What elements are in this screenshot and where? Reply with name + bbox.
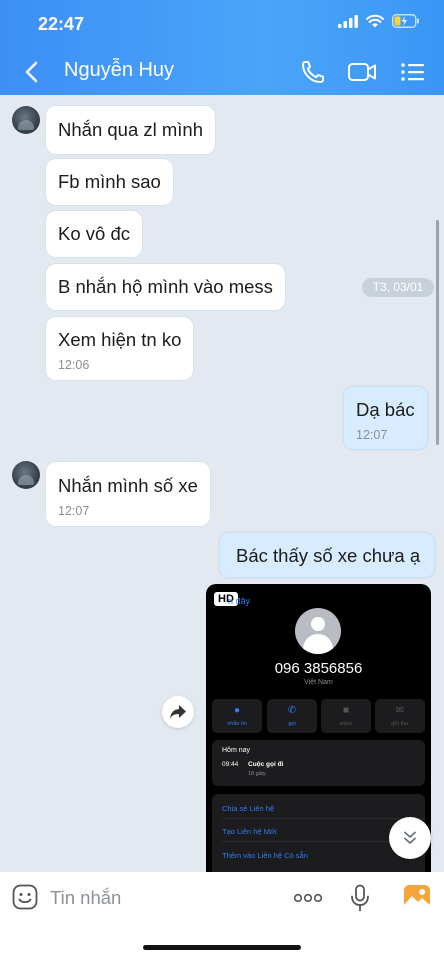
image-action-message: ● nhắn tin <box>212 699 262 733</box>
image-action-call: ✆ gọi <box>267 699 317 733</box>
date-divider: T3, 03/01 <box>362 278 434 297</box>
image-phone-number: 096 3856856 <box>274 660 363 677</box>
status-icons <box>338 14 420 28</box>
phone-icon: ✆ <box>287 705 297 716</box>
home-indicator <box>143 945 301 950</box>
image-recent-calls: Hôm nay 09:44 Cuộc gọi đi 18 giây <box>212 740 425 786</box>
message-text: Ko vô đc <box>58 223 130 244</box>
contact-placeholder-icon <box>295 608 341 654</box>
scroll-to-bottom-button[interactable] <box>389 817 431 859</box>
chat-bubble-icon: ● <box>233 705 241 716</box>
microphone-icon[interactable] <box>349 884 371 912</box>
mail-icon: ✉ <box>395 705 405 716</box>
message-text: Dạ bác <box>356 399 415 420</box>
chat-header: 22:47 Nguyễn Huy <box>0 0 444 95</box>
image-action-mail: ✉ gửi thư <box>375 699 425 733</box>
message-text: Xem hiện tn ko <box>58 329 182 350</box>
message-text: Bác thấy số xe chưa ạ <box>236 545 421 566</box>
back-arrow-icon[interactable] <box>18 58 46 86</box>
status-bar: 22:47 <box>0 0 444 48</box>
message-input-bar <box>0 872 444 960</box>
forward-button[interactable] <box>162 696 194 728</box>
status-time: 22:47 <box>38 14 85 34</box>
contact-avatar[interactable] <box>12 106 40 134</box>
message-time: 12:07 <box>58 503 90 518</box>
message-bubble-incoming[interactable]: B nhắn hộ mình vào mess <box>46 264 285 310</box>
more-options-icon[interactable] <box>293 888 323 908</box>
scrollbar[interactable] <box>436 220 439 445</box>
image-action-video: ■ video <box>321 699 371 733</box>
message-bubble-incoming[interactable]: Nhắn qua zl mình <box>46 106 216 154</box>
message-text: Fb mình sao <box>58 171 161 192</box>
message-text: B nhắn hộ mình vào mess <box>58 276 273 297</box>
message-text: Nhắn mình số xe <box>58 475 198 496</box>
signal-icon <box>338 14 358 28</box>
battery-charging-icon <box>392 14 419 28</box>
contact-name[interactable]: Nguyễn Huy <box>64 59 174 82</box>
sticker-icon[interactable] <box>12 884 38 910</box>
message-time: 12:06 <box>58 357 90 372</box>
phone-call-icon[interactable] <box>299 58 327 86</box>
image-phone-country: Việt Nam <box>304 679 333 686</box>
contact-avatar[interactable] <box>12 461 40 489</box>
image-back-link: n đây <box>228 596 251 606</box>
nav-bar: Nguyễn Huy <box>0 48 444 95</box>
wifi-icon <box>366 14 384 28</box>
message-bubble-outgoing[interactable]: Dạ bác 12:07 <box>343 386 428 450</box>
forward-arrow-icon <box>170 705 186 719</box>
message-bubble-outgoing[interactable]: Bác thấy số xe chưa ạ <box>219 532 436 578</box>
message-bubble-incoming[interactable]: Ko vô đc <box>46 211 142 257</box>
message-time: 12:07 <box>356 427 388 442</box>
double-chevron-down-icon <box>404 831 416 844</box>
chat-area[interactable]: Nhắn qua zl mình Fb mình sao Ko vô đc B … <box>0 95 444 872</box>
menu-list-icon[interactable] <box>399 58 427 86</box>
video-call-icon[interactable] <box>347 58 377 86</box>
message-input[interactable] <box>50 884 270 912</box>
video-icon: ■ <box>342 705 350 716</box>
message-bubble-incoming[interactable]: Xem hiện tn ko 12:06 <box>46 317 194 380</box>
message-bubble-incoming[interactable]: Nhắn mình số xe 12:07 <box>46 462 210 526</box>
message-text: Nhắn qua zl mình <box>58 119 204 140</box>
photo-gallery-icon[interactable] <box>403 884 431 910</box>
message-bubble-incoming[interactable]: Fb mình sao <box>46 159 173 205</box>
